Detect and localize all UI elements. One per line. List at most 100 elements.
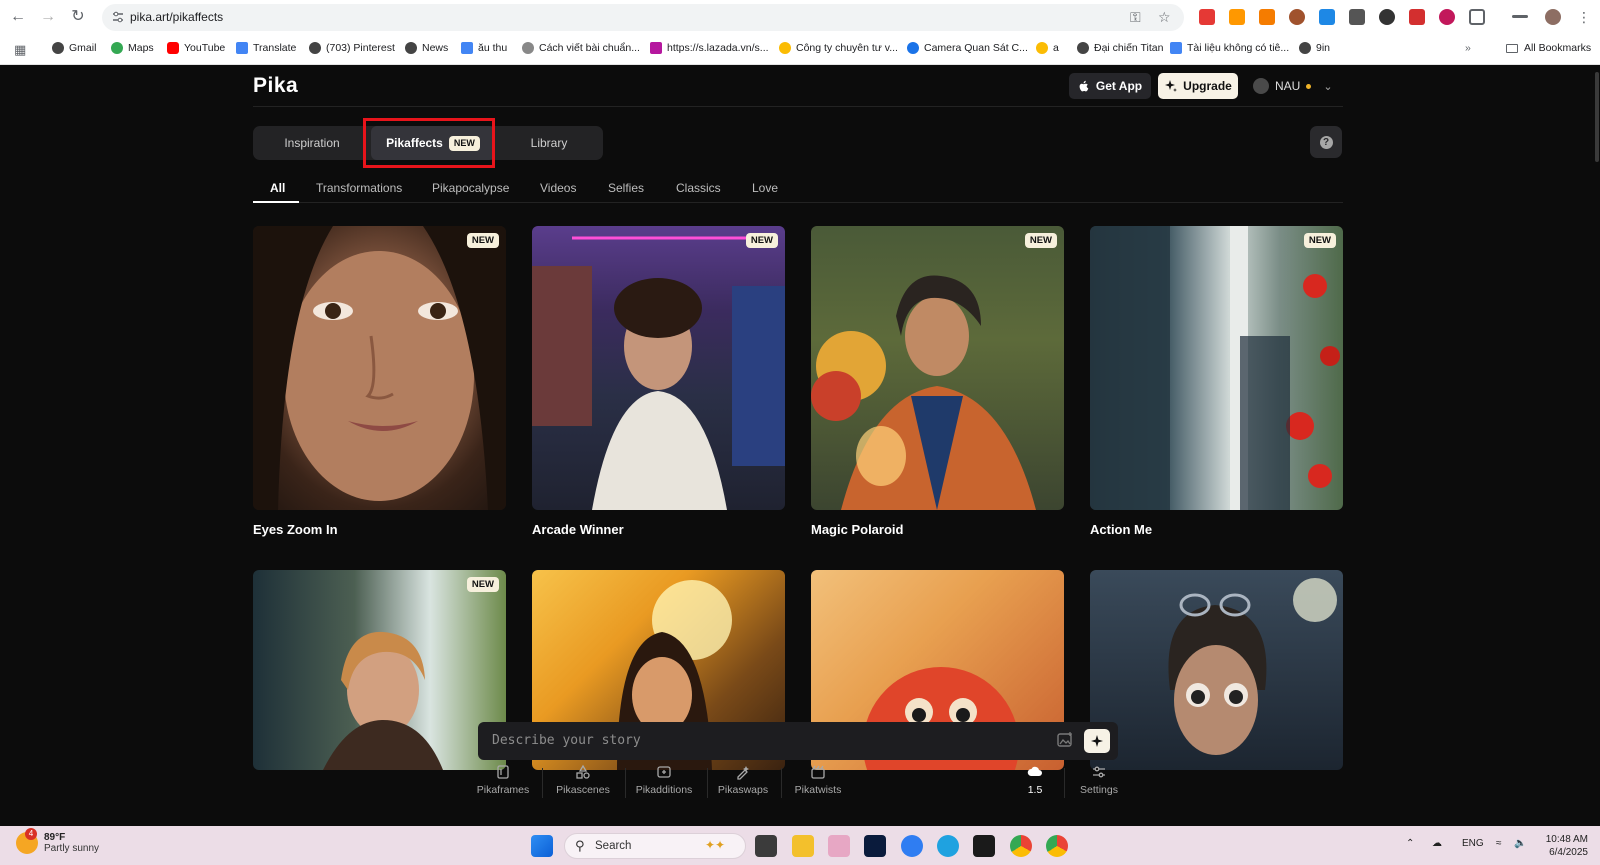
filter-selfies[interactable]: Selfies [608, 181, 644, 195]
chevron-down-icon: ⌄ [1323, 80, 1333, 93]
tab-label: Library [530, 136, 568, 150]
extension-icon[interactable] [1439, 9, 1455, 25]
filter-transformations[interactable]: Transformations [316, 181, 402, 195]
get-app-button[interactable]: Get App [1069, 73, 1151, 99]
bookmark-item[interactable]: News [405, 42, 448, 54]
bookmark-item[interactable]: Camera Quan Sát C... [907, 42, 1028, 54]
filter-all[interactable]: All [270, 181, 285, 195]
extension-icon[interactable] [1349, 9, 1365, 25]
bookmark-item[interactable]: ău thu [461, 42, 507, 54]
tab-inspiration[interactable]: Inspiration [253, 126, 371, 160]
extension-icon[interactable] [1319, 9, 1335, 25]
task-view-icon[interactable] [755, 835, 777, 857]
user-menu[interactable]: NAU ⌄ [1253, 75, 1333, 97]
card-title[interactable]: Magic Polaroid [811, 522, 903, 537]
bookmark-star-icon[interactable]: ☆ [1158, 9, 1171, 26]
new-badge: NEW [466, 577, 499, 592]
onedrive-icon[interactable]: ☁ [1432, 838, 1442, 849]
extension-icon[interactable] [1379, 9, 1395, 25]
extension-icon[interactable] [1199, 9, 1215, 25]
effect-card-action-me[interactable]: NEW [1090, 226, 1343, 510]
app-icon[interactable] [828, 835, 850, 857]
all-bookmarks[interactable]: All Bookmarks [1506, 42, 1591, 54]
tab-search-icon[interactable] [1512, 15, 1528, 18]
windows-start-icon[interactable] [531, 835, 553, 857]
bookmark-item[interactable]: Công ty chuyên tư v... [779, 42, 898, 54]
bookmark-item[interactable]: Gmail [52, 42, 96, 54]
app-icon[interactable] [973, 835, 995, 857]
taskbar-search[interactable]: ⚲ Search ✦✦ [564, 833, 746, 859]
help-icon: ? [1319, 135, 1333, 149]
story-prompt-input[interactable]: Describe your story [492, 733, 641, 748]
weather-desc: Partly sunny [44, 843, 100, 854]
card-title[interactable]: Arcade Winner [532, 522, 624, 537]
bookmark-item[interactable]: Đại chiến Titan [1077, 42, 1163, 54]
url-text: pika.art/pikaffects [130, 10, 224, 24]
key-icon[interactable]: ⚿ [1130, 9, 1141, 26]
show-hidden-icons-icon[interactable]: ⌃ [1406, 838, 1414, 849]
weather-widget[interactable]: 4 89°F Partly sunny [16, 828, 100, 854]
forward-icon[interactable]: → [38, 7, 58, 27]
bookmark-item[interactable]: https://s.lazada.vn/s... [650, 42, 769, 54]
bookmark-item[interactable]: Maps [111, 42, 154, 54]
bookmark-item[interactable]: Translate [236, 42, 296, 54]
help-button[interactable]: ? [1310, 126, 1342, 158]
apps-grid-icon[interactable]: ▦ [14, 42, 26, 58]
pika-logo[interactable]: Pika [253, 74, 298, 98]
photoshop-icon[interactable] [864, 835, 886, 857]
wifi-icon[interactable]: ≈ [1496, 838, 1502, 849]
tool-pikadditions[interactable]: Pikadditions [630, 764, 698, 796]
reload-icon[interactable]: ↻ [68, 7, 88, 27]
upgrade-button[interactable]: Upgrade [1158, 73, 1238, 99]
extension-icon[interactable] [1229, 9, 1245, 25]
taskbar-clock[interactable]: 10:48 AM 6/4/2025 [1528, 833, 1588, 859]
chrome-icon[interactable] [1046, 835, 1068, 857]
bookmark-item[interactable]: 9in [1299, 42, 1330, 54]
extension-icon[interactable] [1289, 9, 1305, 25]
volume-icon[interactable]: 🔈 [1514, 838, 1526, 849]
filter-pikapocalypse[interactable]: Pikapocalypse [432, 181, 509, 195]
bookmark-item[interactable]: Tài liệu không có tiê... [1170, 42, 1289, 54]
extension-icon[interactable] [1409, 9, 1425, 25]
bookmark-item[interactable]: a [1036, 42, 1059, 54]
card-title[interactable]: Action Me [1090, 522, 1152, 537]
settings-button[interactable]: Settings [1078, 764, 1120, 796]
generate-button[interactable] [1084, 729, 1110, 753]
bookmark-item[interactable]: (703) Pinterest [309, 42, 395, 54]
tool-pikaframes[interactable]: Pikaframes [475, 764, 531, 796]
tool-pikascenes[interactable]: Pikascenes [550, 764, 616, 796]
extensions-puzzle-icon[interactable] [1469, 9, 1485, 25]
model-version-selector[interactable]: 1.5 [1017, 764, 1053, 796]
effect-card-eyes-zoom-in[interactable]: NEW [253, 226, 506, 510]
effect-card-arcade-winner[interactable]: NEW [532, 226, 785, 510]
tool-pikatwists[interactable]: Pikatwists [788, 764, 848, 796]
bookmark-item[interactable]: YouTube [167, 42, 225, 54]
bookmarks-bar: ▦ Gmail Maps YouTube Translate (703) Pin… [0, 34, 1600, 65]
scrollbar-thumb[interactable] [1595, 72, 1599, 162]
filter-videos[interactable]: Videos [540, 181, 576, 195]
effect-card[interactable] [1090, 570, 1343, 770]
tool-pikaswaps[interactable]: Pikaswaps [713, 764, 773, 796]
page-scrollbar[interactable] [1594, 66, 1600, 826]
language-indicator[interactable]: ENG [1462, 838, 1484, 849]
card-title[interactable]: Eyes Zoom In [253, 522, 338, 537]
site-settings-icon[interactable] [111, 10, 125, 24]
taskbar-search-label: Search [595, 840, 632, 852]
address-bar[interactable]: pika.art/pikaffects ⚿ ☆ [102, 4, 1184, 31]
file-explorer-icon[interactable] [792, 835, 814, 857]
browser-menu-icon[interactable]: ⋮ [1574, 7, 1594, 27]
edge-icon[interactable] [937, 835, 959, 857]
effect-card-magic-polaroid[interactable]: NEW [811, 226, 1064, 510]
extension-icon[interactable] [1259, 9, 1275, 25]
filter-love[interactable]: Love [752, 181, 778, 195]
zalo-icon[interactable] [901, 835, 923, 857]
back-icon[interactable]: ← [8, 7, 28, 27]
filter-classics[interactable]: Classics [676, 181, 721, 195]
image-upload-icon[interactable] [1056, 731, 1074, 749]
bookmark-item[interactable]: Cách viết bài chuẩn... [522, 42, 640, 54]
profile-avatar-icon[interactable] [1545, 9, 1561, 25]
effect-card[interactable]: NEW [253, 570, 506, 770]
more-bookmarks-icon[interactable]: » [1465, 42, 1471, 54]
tab-library[interactable]: Library [495, 126, 603, 160]
chrome-icon[interactable] [1010, 835, 1032, 857]
